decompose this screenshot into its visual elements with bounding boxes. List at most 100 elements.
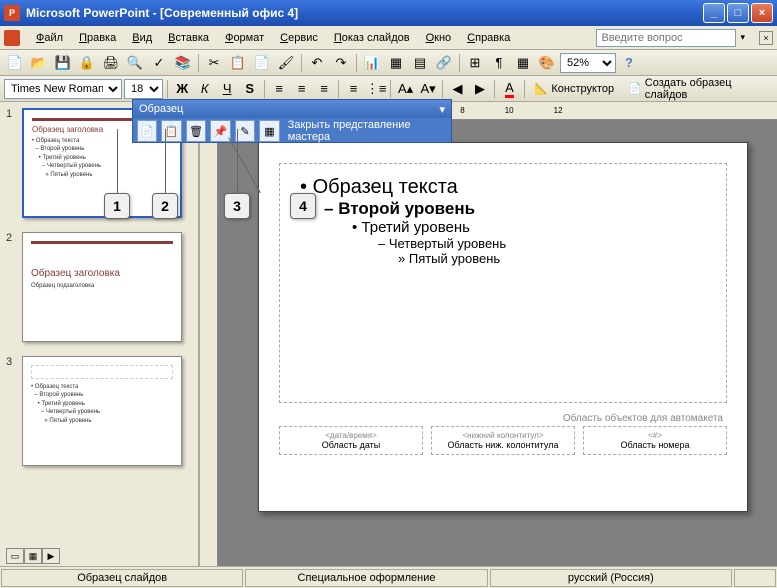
status-language[interactable]: русский (Россия) (490, 569, 732, 587)
create-master-button[interactable]: 📄 Создать образец слайдов (622, 78, 773, 100)
window-title: Microsoft PowerPoint - [Современный офис… (26, 6, 703, 20)
align-right-button[interactable]: ≡ (314, 78, 335, 100)
menu-window[interactable]: Окно (418, 29, 460, 47)
save-button[interactable]: 💾 (52, 52, 74, 74)
app-icon: P (4, 5, 20, 21)
menu-file[interactable]: Файл (28, 29, 71, 47)
text-level-2[interactable]: – Второй уровень (324, 199, 706, 219)
view-buttons: ▭ ▦ ▶ (2, 548, 64, 564)
undo-button[interactable]: ↶ (306, 52, 328, 74)
permission-button[interactable]: 🔒 (76, 52, 98, 74)
font-name-select[interactable]: Times New Roman (4, 79, 122, 99)
menu-edit[interactable]: Правка (71, 29, 124, 47)
increase-indent-button[interactable]: ▶ (470, 78, 491, 100)
menu-insert[interactable]: Вставка (160, 29, 217, 47)
vertical-ruler[interactable] (200, 102, 218, 566)
dropdown-icon[interactable]: ▾ (439, 103, 445, 116)
open-button[interactable]: 📂 (28, 52, 50, 74)
minimize-button[interactable]: _ (703, 3, 725, 23)
callout-4: 4 (290, 193, 316, 219)
window-titlebar: P Microsoft PowerPoint - [Современный оф… (0, 0, 777, 26)
designer-button[interactable]: 📐 Конструктор (529, 78, 620, 100)
callout-3: 3 (224, 193, 250, 219)
copy-button[interactable]: 📋 (227, 52, 249, 74)
text-level-1[interactable]: • Образец текста (300, 176, 706, 199)
maximize-button[interactable]: □ (727, 3, 749, 23)
decrease-font-button[interactable]: A▾ (418, 78, 439, 100)
text-level-4[interactable]: – Четвертый уровень (378, 236, 706, 251)
normal-view-button[interactable]: ▭ (6, 548, 24, 564)
number-placeholder[interactable]: <#> Область номера (583, 426, 727, 455)
thumb-number: 1 (6, 108, 16, 218)
expand-button[interactable]: ⊞ (464, 52, 486, 74)
status-slide: Образец слайдов (1, 569, 243, 587)
menu-view[interactable]: Вид (124, 29, 160, 47)
text-level-5[interactable]: » Пятый уровень (398, 251, 706, 266)
standard-toolbar: 📄 📂 💾 🔒 🖨 🔍 ✓ 📚 ✂ 📋 📄 🖌 ↶ ↷ 📊 ▦ ▤ 🔗 ⊞ ¶ … (0, 50, 777, 76)
editor-area: 2024681012 • Образец текста – Второй уро… (200, 102, 777, 566)
increase-font-button[interactable]: A▴ (395, 78, 416, 100)
bullets-button[interactable]: ⋮≡ (366, 78, 387, 100)
hyperlink-button[interactable]: 🔗 (433, 52, 455, 74)
chart-button[interactable]: 📊 (361, 52, 383, 74)
slide-canvas[interactable]: • Образец текста – Второй уровень • Трет… (258, 142, 748, 512)
show-formatting-button[interactable]: ¶ (488, 52, 510, 74)
status-design: Специальное оформление (245, 569, 487, 587)
decrease-indent-button[interactable]: ◀ (447, 78, 468, 100)
tables-borders-button[interactable]: ▤ (409, 52, 431, 74)
preview-button[interactable]: 🔍 (124, 52, 146, 74)
date-placeholder[interactable]: <дата/время> Область даты (279, 426, 423, 455)
slideshow-view-button[interactable]: ▶ (42, 548, 60, 564)
text-level-3[interactable]: • Третий уровень (352, 219, 706, 236)
footer-placeholder[interactable]: <нижний колонтитул> Область ниж. колонти… (431, 426, 575, 455)
master-toolbar-title[interactable]: Образец▾ (133, 100, 451, 118)
research-button[interactable]: 📚 (172, 52, 194, 74)
doc-icon (4, 30, 20, 46)
spell-button[interactable]: ✓ (148, 52, 170, 74)
thumb-number: 2 (6, 232, 16, 342)
slide-thumb-3[interactable]: • Образец текста – Второй уровень • Трет… (22, 356, 182, 466)
shadow-button[interactable]: S (239, 78, 260, 100)
font-size-select[interactable]: 18 (124, 79, 163, 99)
format-painter-button[interactable]: 🖌 (275, 52, 297, 74)
print-button[interactable]: 🖨 (100, 52, 122, 74)
italic-button[interactable]: К (194, 78, 215, 100)
numbering-button[interactable]: ≡ (343, 78, 364, 100)
menubar: Файл Правка Вид Вставка Формат Сервис По… (0, 26, 777, 50)
insert-slide-master-button[interactable]: 📄 (137, 120, 157, 142)
menu-format[interactable]: Формат (217, 29, 272, 47)
underline-button[interactable]: Ч (217, 78, 238, 100)
text-placeholder[interactable]: • Образец текста – Второй уровень • Трет… (279, 163, 727, 403)
align-center-button[interactable]: ≡ (291, 78, 312, 100)
ask-dropdown-icon[interactable]: ▾ (740, 32, 745, 43)
color-button[interactable]: 🎨 (536, 52, 558, 74)
thumb-number: 3 (6, 356, 16, 466)
status-extra (734, 569, 776, 587)
help-button[interactable]: ? (618, 52, 640, 74)
redo-button[interactable]: ↷ (330, 52, 352, 74)
menu-tools[interactable]: Сервис (272, 29, 326, 47)
master-layout-button[interactable]: ▦ (259, 120, 279, 142)
new-button[interactable]: 📄 (4, 52, 26, 74)
menu-help[interactable]: Справка (459, 29, 518, 47)
zoom-select[interactable]: 52% (560, 53, 616, 73)
align-left-button[interactable]: ≡ (269, 78, 290, 100)
delete-master-button[interactable]: 🗑 (186, 120, 206, 142)
table-button[interactable]: ▦ (385, 52, 407, 74)
statusbar: Образец слайдов Специальное оформление р… (0, 566, 777, 588)
doc-close-button[interactable]: × (759, 31, 773, 45)
grid-button[interactable]: ▦ (512, 52, 534, 74)
slide-panel[interactable]: 1 Образец заголовка • Образец текста – В… (0, 102, 200, 566)
font-color-button[interactable]: A (499, 78, 520, 100)
cut-button[interactable]: ✂ (203, 52, 225, 74)
automaket-label: Область объектов для автомакета (279, 411, 727, 426)
master-toolbar[interactable]: Образец▾ 📄 📋 🗑 📌 ✎ ▦ Закрыть представлен… (132, 99, 452, 143)
close-master-view-button[interactable]: Закрыть представление мастера (284, 119, 447, 143)
bold-button[interactable]: Ж (172, 78, 193, 100)
slide-thumb-2[interactable]: Образец заголовка Образец подзаголовка (22, 232, 182, 342)
menu-slideshow[interactable]: Показ слайдов (326, 29, 418, 47)
close-button[interactable]: × (751, 3, 773, 23)
ask-question-input[interactable] (596, 29, 736, 47)
paste-button[interactable]: 📄 (251, 52, 273, 74)
sorter-view-button[interactable]: ▦ (24, 548, 42, 564)
